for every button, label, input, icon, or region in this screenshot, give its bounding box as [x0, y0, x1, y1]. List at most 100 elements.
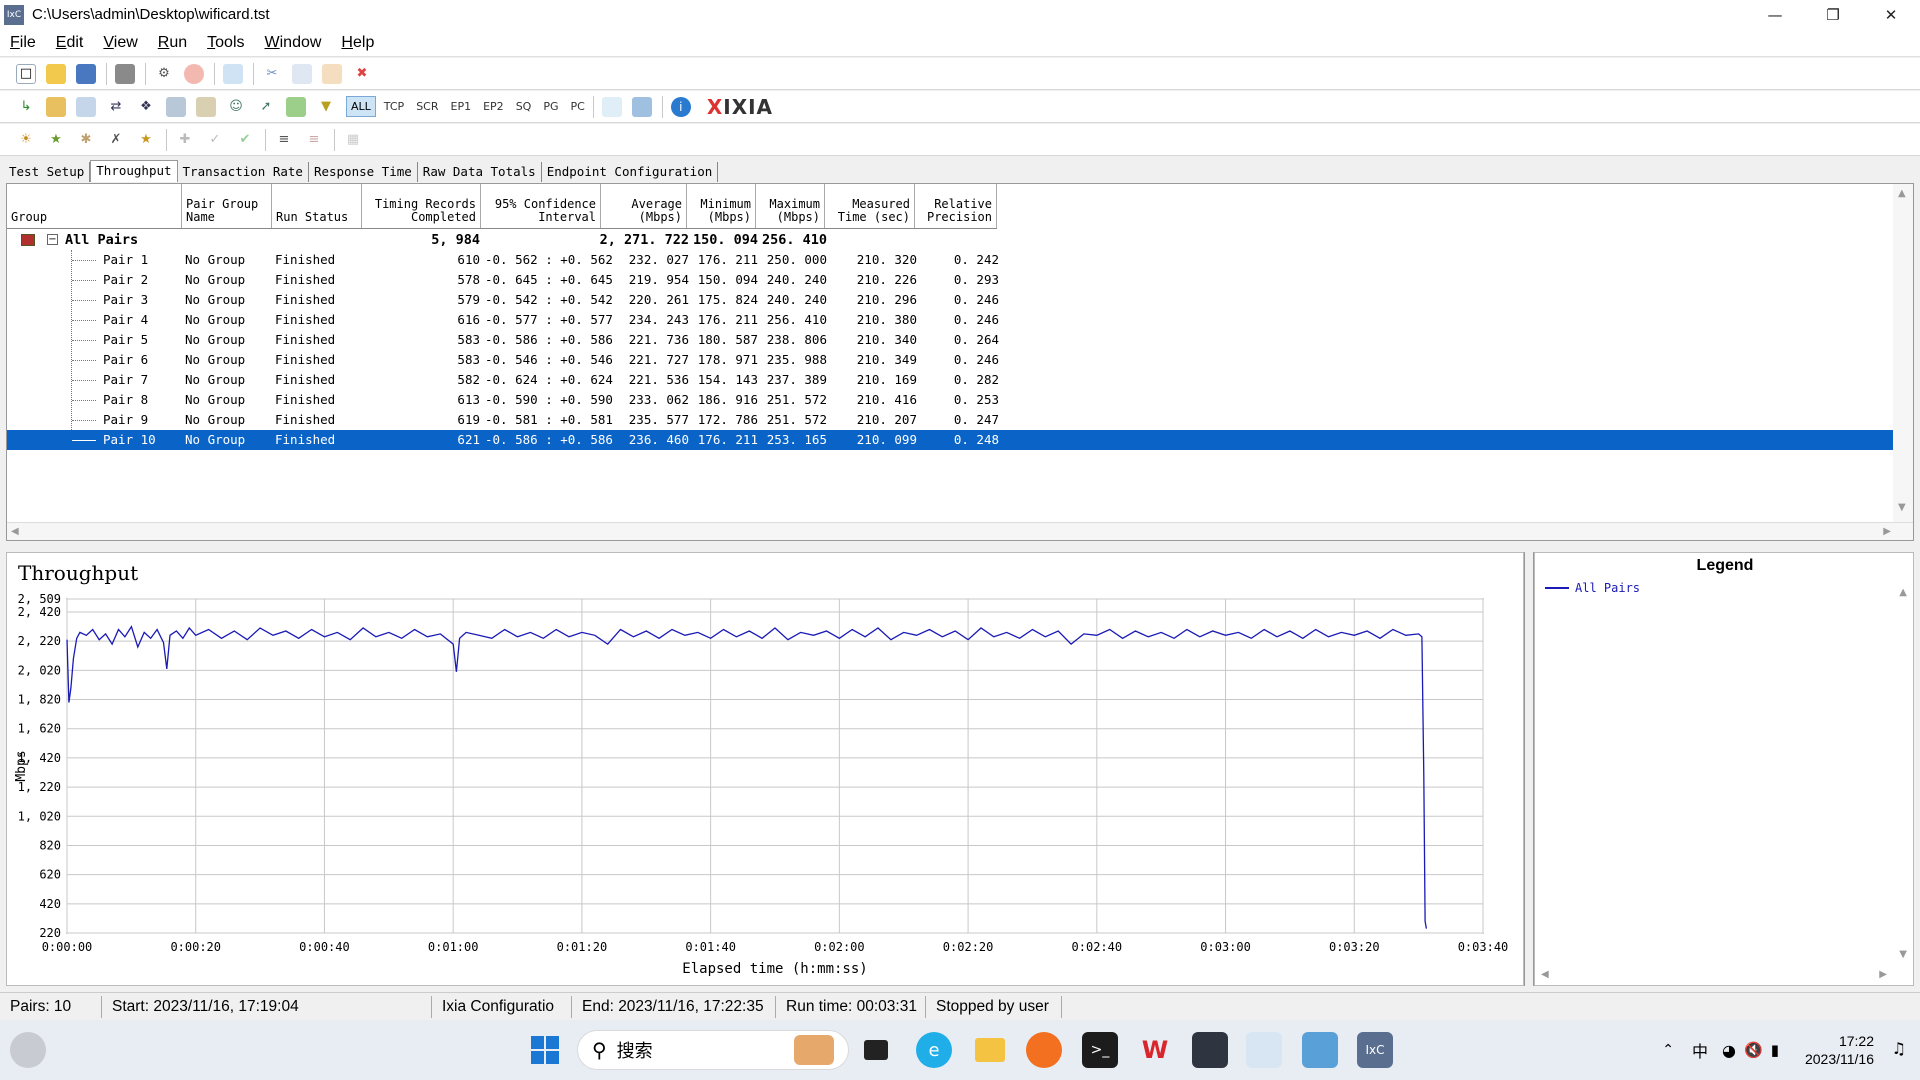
wps-icon[interactable]: W [1137, 1032, 1173, 1068]
copy-icon[interactable] [292, 63, 312, 84]
table-row[interactable]: Pair 6 No Group Finished 583 -0. 546 : +0. 5… [7, 350, 1893, 370]
table-row[interactable]: Pair 7 No Group Finished 582 -0. 624 : +0. 6… [7, 370, 1893, 390]
widgets-icon[interactable] [10, 1032, 46, 1068]
col-relative-precision[interactable]: Relative Precision [915, 184, 997, 228]
ungroup-icon[interactable]: ≡ [304, 130, 324, 150]
menu-help[interactable]: Help [331, 34, 384, 52]
run-step-icon[interactable]: ★ [46, 130, 66, 150]
notification-bell-icon[interactable]: ♫ [1892, 1039, 1906, 1058]
add-pair-icon[interactable]: ↳ [16, 97, 36, 117]
grid-vertical-scrollbar[interactable]: ▲ ▼ [1893, 184, 1913, 524]
monitor-icon[interactable] [631, 96, 652, 117]
firefox-icon[interactable] [1026, 1032, 1062, 1068]
table-row[interactable]: Pair 3 No Group Finished 579 -0. 542 : +0. 5… [7, 290, 1893, 310]
cut-icon[interactable]: ✂ [262, 64, 282, 84]
menu-file[interactable]: File [0, 34, 46, 52]
minimize-button[interactable]: — [1746, 0, 1804, 29]
abort-icon[interactable]: ✗ [106, 130, 126, 150]
collapse-icon[interactable]: − [47, 234, 58, 245]
col-pair-group-name[interactable]: Pair Group Name [182, 184, 272, 228]
col-run-status[interactable]: Run Status [272, 184, 362, 228]
pause-icon[interactable]: ✱ [76, 130, 96, 150]
clock[interactable]: 17:22 2023/11/16 [1805, 1032, 1874, 1068]
network-map-icon[interactable] [601, 96, 622, 117]
col-maximum[interactable]: Maximum (Mbps) [756, 184, 825, 228]
scroll-down-icon[interactable]: ▼ [1898, 502, 1906, 513]
tab-response-time[interactable]: Response Time [309, 162, 418, 182]
menu-edit[interactable]: Edit [46, 34, 94, 52]
edit-pair-icon[interactable] [76, 96, 96, 117]
protocol-filter-ep1[interactable]: EP1 [447, 97, 476, 116]
run-test-icon[interactable]: ☀ [16, 130, 36, 150]
language-icon[interactable]: ◕ [1722, 1041, 1736, 1060]
tab-transaction-rate[interactable]: Transaction Rate [178, 162, 309, 182]
menu-run[interactable]: Run [148, 34, 197, 52]
export-icon[interactable]: ➚ [256, 97, 276, 117]
save-icon[interactable] [76, 63, 96, 84]
protocol-filter-scr[interactable]: SCR [412, 97, 442, 116]
scroll-up-icon[interactable]: ▲ [1898, 188, 1906, 199]
refresh-icon[interactable] [223, 63, 243, 84]
new-file-icon[interactable]: □ [16, 63, 36, 84]
tab-endpoint-configuration[interactable]: Endpoint Configuration [542, 162, 719, 182]
script-icon[interactable] [196, 96, 216, 117]
stop-icon[interactable] [184, 63, 204, 84]
compare-icon[interactable]: ✚ [175, 130, 195, 150]
network-icon[interactable]: ❖ [136, 97, 156, 117]
paste-icon[interactable] [322, 63, 342, 84]
table-row[interactable]: Pair 5 No Group Finished 583 -0. 586 : +0. 5… [7, 330, 1893, 350]
table-row[interactable]: Pair 1 No Group Finished 610 -0. 562 : +0. 5… [7, 250, 1893, 270]
filter-icon[interactable]: ▼ [316, 97, 336, 117]
restore-button[interactable]: ❐ [1804, 0, 1862, 29]
validate-icon[interactable]: ✓ [205, 130, 225, 150]
report-icon[interactable] [286, 96, 306, 117]
col-measured-time[interactable]: Measured Time (sec) [825, 184, 915, 228]
group-icon[interactable]: ≡ [274, 130, 294, 150]
grid-horizontal-scrollbar[interactable]: ◀ ▶ [7, 522, 1913, 540]
info-icon[interactable]: i [670, 96, 691, 117]
add-multicast-icon[interactable] [46, 96, 66, 117]
close-button[interactable]: ✕ [1862, 0, 1920, 29]
start-icon[interactable] [527, 1032, 563, 1068]
show-hidden-icons-icon[interactable]: ⌃ [1662, 1042, 1674, 1058]
legend-scroll-left-icon[interactable]: ◀ [1541, 969, 1549, 980]
volume-muted-icon[interactable]: 🔇 [1744, 1041, 1763, 1059]
run-icon[interactable]: ⚙ [154, 64, 174, 84]
check-icon[interactable]: ✔ [235, 130, 255, 150]
summary-row[interactable]: − All Pairs 5, 984 2, 271. 722 150. 094 … [7, 230, 1893, 250]
clear-icon[interactable]: ▦ [343, 130, 363, 150]
user-icon[interactable]: ☺ [226, 97, 246, 117]
col-confidence[interactable]: 95% Confidence Interval [481, 184, 601, 228]
col-timing-records[interactable]: Timing Records Completed [362, 184, 481, 228]
taskbar-search[interactable]: ⚲ 搜索 [577, 1030, 849, 1070]
table-row[interactable]: Pair 2 No Group Finished 578 -0. 645 : +0. 6… [7, 270, 1893, 290]
legend-scroll-up-icon[interactable]: ▲ [1899, 587, 1907, 598]
edge-icon[interactable]: e [916, 1032, 952, 1068]
tab-test-setup[interactable]: Test Setup [4, 162, 91, 182]
pane-splitter[interactable] [1524, 552, 1534, 986]
scroll-right-icon[interactable]: ▶ [1883, 526, 1891, 537]
open-folder-icon[interactable] [46, 63, 66, 84]
tab-throughput[interactable]: Throughput [90, 160, 178, 182]
network-monitor-icon[interactable] [1302, 1032, 1338, 1068]
endpoint-icon[interactable] [166, 96, 186, 117]
ime-indicator[interactable]: 中 [1692, 1038, 1708, 1062]
file-explorer-icon[interactable] [972, 1032, 1008, 1068]
scroll-left-icon[interactable]: ◀ [11, 526, 19, 537]
table-row[interactable]: Pair 4 No Group Finished 616 -0. 577 : +0. 5… [7, 310, 1893, 330]
table-row[interactable]: Pair 8 No Group Finished 613 -0. 590 : +0. 5… [7, 390, 1893, 410]
menu-view[interactable]: View [93, 34, 147, 52]
menu-window[interactable]: Window [255, 34, 332, 52]
battery-icon[interactable]: ▮ [1771, 1041, 1779, 1059]
delete-icon[interactable]: ✖ [352, 64, 372, 84]
app-tool-icon[interactable] [1192, 1032, 1228, 1068]
task-view-icon[interactable] [858, 1032, 894, 1068]
col-minimum[interactable]: Minimum (Mbps) [687, 184, 756, 228]
print-icon[interactable] [115, 63, 135, 84]
protocol-filter-all[interactable]: ALL [346, 96, 376, 117]
schedule-icon[interactable]: ★ [136, 130, 156, 150]
protocol-filter-pc[interactable]: PC [567, 97, 589, 116]
legend-scroll-right-icon[interactable]: ▶ [1879, 969, 1887, 980]
split-pair-icon[interactable]: ⇄ [106, 97, 126, 117]
protocol-filter-pg[interactable]: PG [539, 97, 562, 116]
